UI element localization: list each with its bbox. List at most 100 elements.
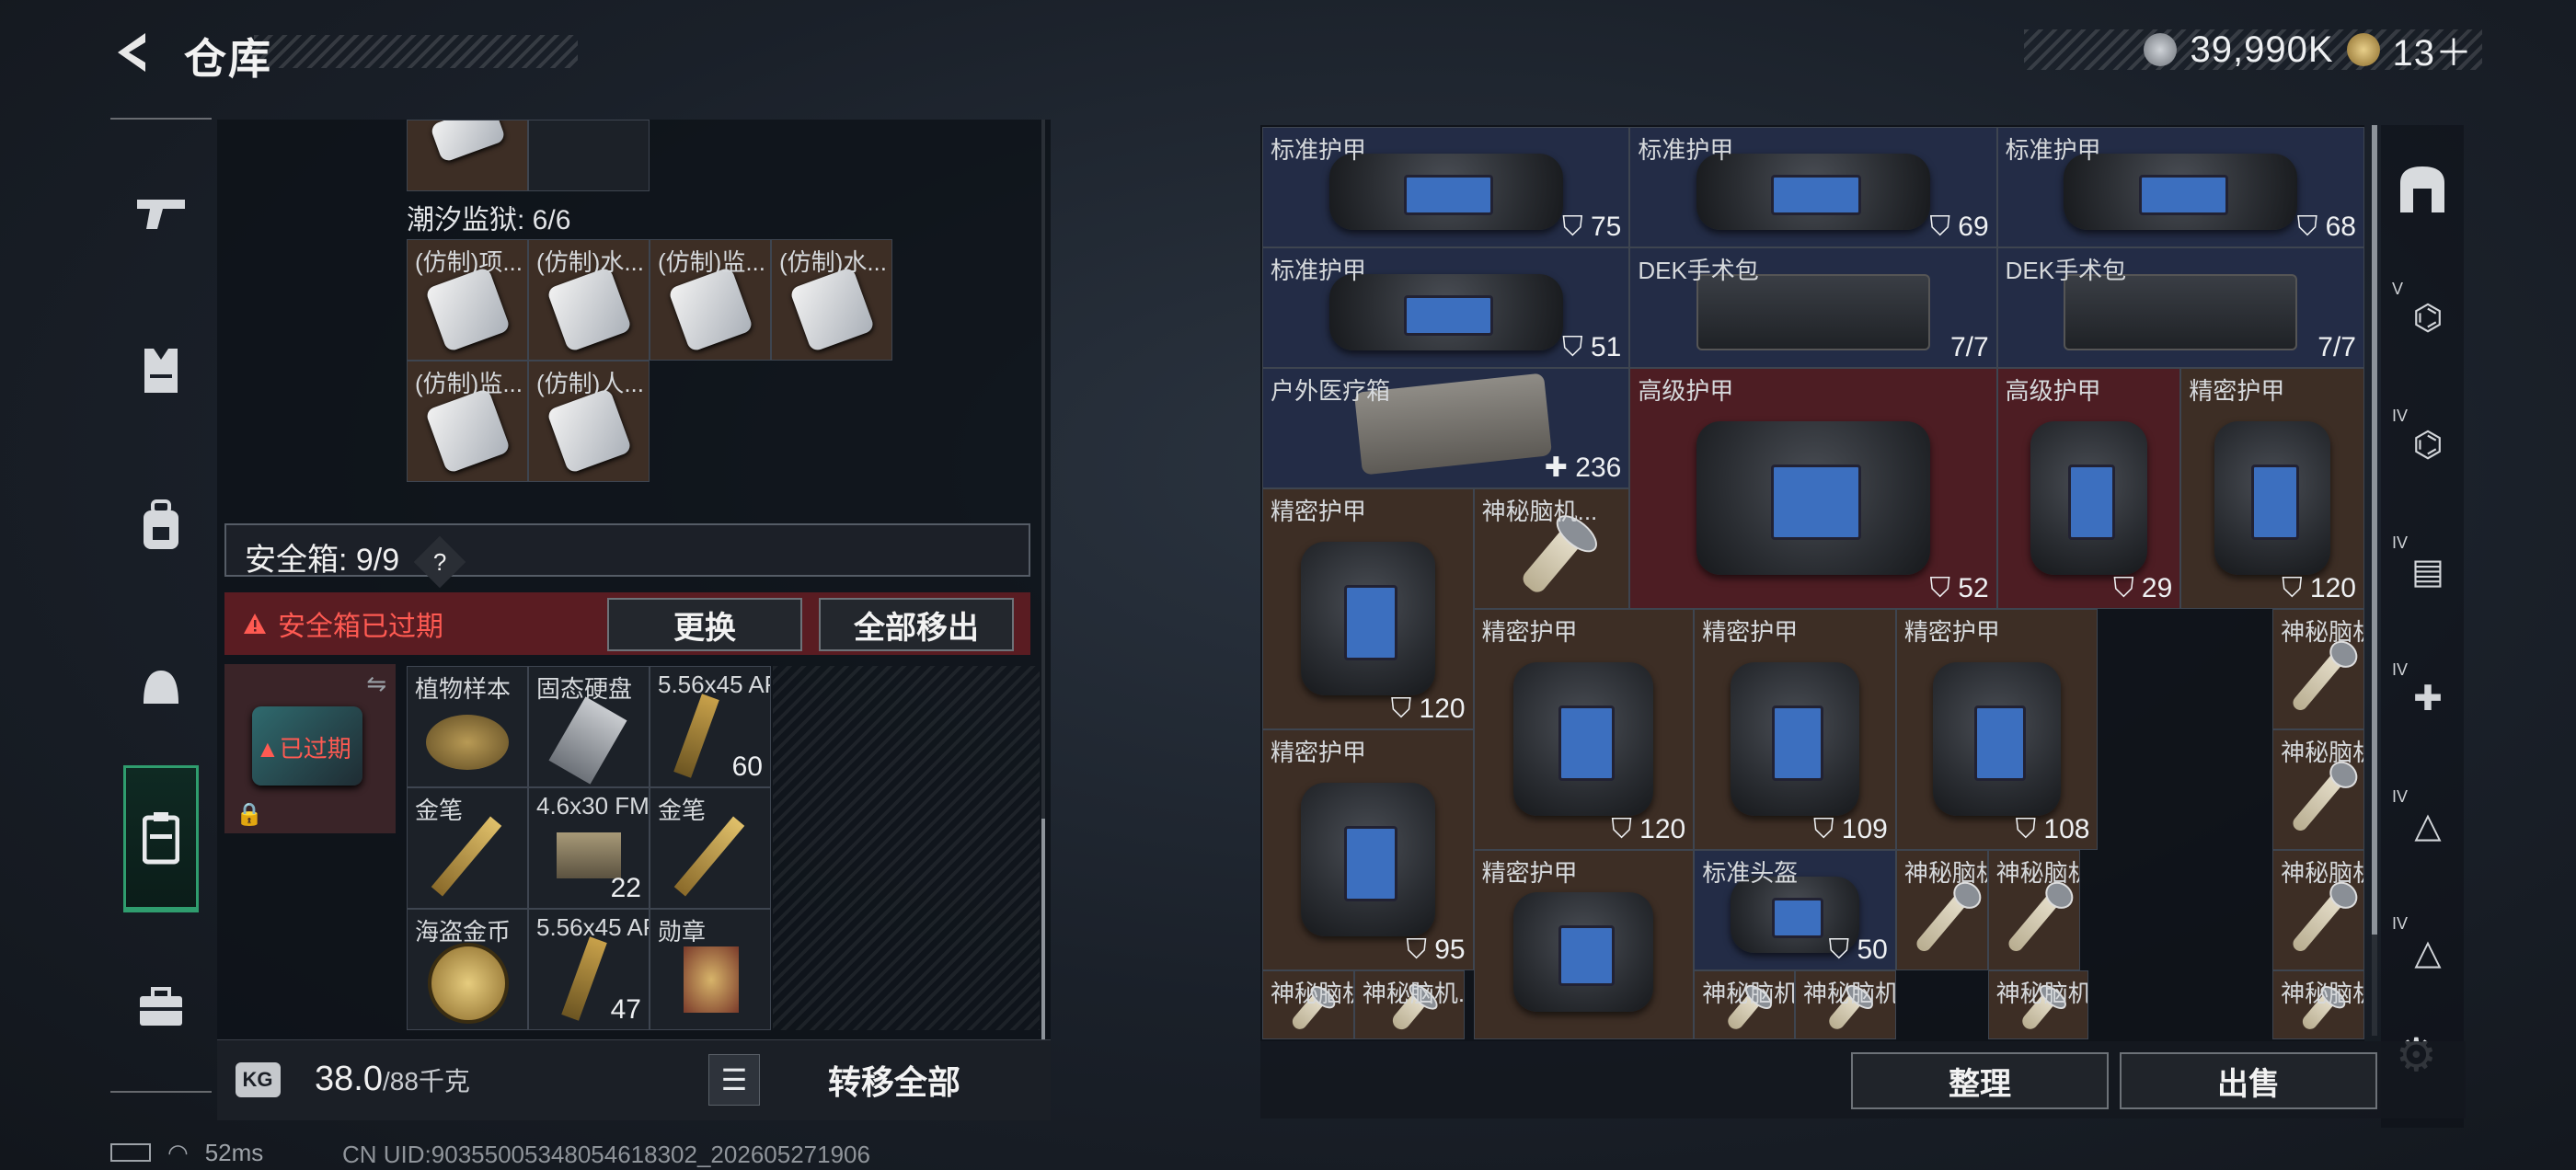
stash-item[interactable]: 神秘脑机... (1987, 850, 2080, 970)
tab-stash-iv-4[interactable]: IV △ (2392, 914, 2460, 984)
stash-item[interactable]: 精密护甲 ⛉ 120 (1473, 609, 1695, 850)
back-button[interactable] (109, 28, 158, 77)
stash-item[interactable]: 精密护甲 ⛉ 120 (1262, 488, 1474, 729)
safe-item-slot[interactable]: 固态硬盘 (528, 666, 650, 787)
move-all-out-button[interactable]: 全部移出 (819, 598, 1014, 651)
stash-item[interactable]: 神秘脑机... (1473, 488, 1630, 609)
nav-storage[interactable] (123, 765, 199, 912)
page-title: 仓库 (184, 35, 272, 83)
tab-stash-main[interactable] (2390, 156, 2455, 221)
item-slot[interactable]: (仿制)人... (528, 361, 650, 482)
item-name: 神秘脑机... (1271, 980, 1353, 1007)
item-name: 神秘脑机... (1803, 980, 1895, 1007)
item-name: 神秘脑机... (2281, 980, 2363, 1007)
stash-item[interactable]: 神秘脑机... (1262, 970, 1354, 1039)
stash-scrollbar[interactable] (2372, 125, 2377, 1036)
item-name: DEK手术包 (1638, 257, 1759, 284)
item-name: 精密护甲 (1702, 618, 1799, 646)
stash-item[interactable]: 高级护甲 ⛉ 29 (1996, 368, 2181, 609)
nav-toolbox[interactable] (123, 969, 199, 1045)
safe-item-slot[interactable]: 5.56x45 APC47 (528, 909, 650, 1030)
item-durability: ⛉ 69 (1929, 212, 1989, 242)
tab-stash-iv-add[interactable]: IV ✚ (2392, 660, 2460, 730)
sell-button[interactable]: 出售 (2120, 1052, 2377, 1109)
coin-icon (2144, 33, 2178, 66)
item-durability: ⛉ 51 (1562, 332, 1622, 362)
stash-item[interactable]: 神秘脑机... (1795, 970, 1896, 1039)
tab-stash-iv-1[interactable]: IV ⌬ (2392, 407, 2460, 476)
stash-item[interactable]: 神秘脑机... (1694, 970, 1796, 1039)
stash-item[interactable]: 精密护甲 ⛉ 120 (2180, 368, 2364, 609)
nav-helmet[interactable] (123, 649, 199, 725)
brain-chip-image (2005, 889, 2063, 955)
stash-item[interactable]: 精密护甲 ⛉ 108 (1895, 609, 2099, 850)
item-name: 精密护甲 (1903, 618, 2000, 646)
item-name: 标准护甲 (1271, 136, 1367, 164)
replace-button[interactable]: 更换 (607, 598, 802, 651)
item-slot[interactable]: (仿制)监... (650, 239, 771, 361)
item-slot[interactable]: (仿制)项... (407, 239, 528, 361)
tab-level: IV (2392, 533, 2409, 552)
stash-item[interactable]: 神秘脑机... (1987, 970, 2089, 1039)
nav-backpack[interactable] (123, 488, 199, 563)
stash-item[interactable]: 精密护甲 ⛉ 109 (1694, 609, 1896, 850)
safe-item-slot[interactable]: 金笔 (650, 787, 771, 909)
safe-item-slot[interactable]: 海盗金币 (407, 909, 528, 1030)
stash-item[interactable]: 高级护甲 ⛉ 52 (1629, 368, 1997, 609)
battery-icon (110, 1143, 151, 1162)
item-slot[interactable]: (仿制)水... (528, 239, 650, 361)
stash-item[interactable]: 神秘脑机... (2272, 729, 2364, 850)
safe-item-slot[interactable]: 植物样本 (407, 666, 528, 787)
sort-button[interactable]: 整理 (1851, 1052, 2109, 1109)
vest-icon (144, 349, 178, 393)
tab-stash-iv-2[interactable]: IV ▤ (2392, 533, 2460, 603)
armor-image (2214, 421, 2331, 575)
gold-token-icon (2346, 33, 2380, 66)
safe-item-slot[interactable]: 4.6x30 FMJSX22 (528, 787, 650, 909)
brain-chip-image (2290, 889, 2347, 955)
stash-item[interactable]: 神秘脑机... (1353, 970, 1465, 1039)
carry-weight: 38.0/88千克 (315, 1060, 470, 1098)
stash-item[interactable]: 神秘脑机... (2272, 609, 2364, 729)
stash-item[interactable]: 户外医疗箱 ✚ 236 (1262, 368, 1630, 488)
stash-item[interactable]: 标准头盔 ⛉ 50 (1694, 850, 1896, 970)
stash-item[interactable]: 精密护甲 ⛉ 95 (1262, 729, 1474, 970)
stash-item[interactable]: 神秘脑机... (2272, 970, 2364, 1039)
helmet-icon (144, 671, 178, 704)
tab-level: IV (2392, 787, 2409, 806)
item-slot[interactable]: (仿制)监... (407, 361, 528, 482)
safe-item-slot[interactable]: 5.56x45 APC60 (650, 666, 771, 787)
nav-armor[interactable] (123, 333, 199, 408)
stash-item[interactable]: 标准护甲 ⛉ 68 (1996, 127, 2364, 247)
stash-item[interactable]: 精密护甲 (1473, 850, 1695, 1039)
stash-item[interactable]: 标准护甲 ⛉ 51 (1262, 247, 1630, 368)
stash-item[interactable]: 标准护甲 ⛉ 69 (1629, 127, 1997, 247)
item-name: 标准护甲 (2005, 136, 2101, 164)
stash-item[interactable]: 标准护甲 ⛉ 75 (1262, 127, 1630, 247)
stash-item[interactable]: DEK手术包 7/7 (1996, 247, 2364, 368)
token-balance[interactable]: 13＋ (2393, 23, 2474, 76)
stash-item[interactable]: DEK手术包 7/7 (1629, 247, 1997, 368)
inventory-scrollbar[interactable] (1041, 120, 1045, 1039)
tab-stash-v[interactable]: V ⌬ (2392, 280, 2460, 350)
swap-icon[interactable]: ⇋ (366, 670, 386, 698)
safe-item-slot[interactable]: 勋章 (650, 909, 771, 1030)
stash-item[interactable]: 神秘脑机... (2272, 850, 2364, 970)
wifi-icon: ◠ (167, 1138, 189, 1166)
list-icon[interactable]: ☰ (708, 1054, 760, 1106)
uid-label: CN UID:90355005348054618302_202605271906 (342, 1141, 870, 1168)
stash-main-icon (2400, 166, 2444, 212)
item-slot[interactable] (407, 120, 528, 191)
item-durability: ⛉ 68 (2296, 212, 2356, 242)
nav-weapons[interactable] (123, 175, 199, 250)
armor-image (1300, 542, 1435, 695)
help-icon[interactable]: ? (413, 535, 466, 589)
tab-stash-iv-3[interactable]: IV △ (2392, 787, 2460, 857)
item-durability: ⛉ 120 (1611, 814, 1686, 844)
item-durability: ⛉ 109 (1812, 814, 1888, 844)
item-slot[interactable]: (仿制)水... (771, 239, 892, 361)
empty-slot[interactable] (528, 120, 650, 191)
safe-item-slot[interactable]: 金笔 (407, 787, 528, 909)
transfer-all-button[interactable]: 转移全部 (828, 1056, 960, 1104)
stash-item[interactable]: 神秘脑机... (1895, 850, 1988, 970)
